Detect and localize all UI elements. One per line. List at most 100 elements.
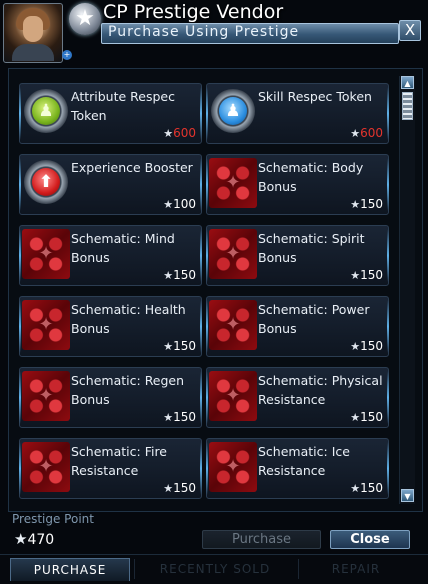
prestige-star-icon: ★ [69,3,101,35]
schematic-square: ✦ [209,229,257,279]
item-name: Schematic: Power Bonus [258,302,370,336]
vendor-title: CP Prestige Vendor [103,1,284,23]
orb-core: ♟ [32,97,60,125]
vendor-item[interactable]: ♟ Attribute Respec Token ★600 [19,83,202,144]
vendor-item[interactable]: ✦ Schematic: Power Bonus ★150 [206,296,389,357]
green-attribute-orb-icon: ♟ [24,89,68,133]
subtitle-bar: Purchase Using Prestige [101,23,399,44]
star-icon: ★ [350,198,361,211]
schematic-icon: ✦ [22,300,70,350]
star-icon: ★ [14,530,28,548]
vendor-item[interactable]: ✦ Schematic: Regen Bonus ★150 [19,367,202,428]
item-name: Schematic: Health Bonus [71,302,186,336]
blue-skill-orb-icon: ♟ [211,89,255,133]
schematic-square: ✦ [209,371,257,421]
item-cost: ★150 [163,268,196,282]
schematic-icon: ✦ [209,229,257,279]
item-name: Schematic: Ice Resistance [258,444,350,478]
schematic-square: ✦ [22,229,70,279]
scroll-thumb[interactable] [402,92,413,120]
schematic-square: ✦ [22,300,70,350]
close-window-button[interactable]: X [399,20,421,41]
vendor-header: + ★ CP Prestige Vendor Purchase Using Pr… [0,0,428,63]
avatar-face [23,16,43,42]
item-cost: ★150 [350,339,383,353]
orb-core: ⬆ [32,168,60,196]
tab-purchase[interactable]: PURCHASE [10,558,130,581]
item-name: Schematic: Fire Resistance [71,444,167,478]
schematic-mark: ✦ [38,456,54,477]
orb-ring: ⬆ [24,160,68,204]
schematic-mark: ✦ [225,456,241,477]
vendor-item[interactable]: ✦ Schematic: Spirit Bonus ★150 [206,225,389,286]
item-cost: ★150 [163,481,196,495]
orb-ring: ♟ [24,89,68,133]
schematic-mark: ✦ [225,314,241,335]
schematic-square: ✦ [22,371,70,421]
cost-value: 150 [173,410,196,424]
red-arrow-orb-icon: ⬆ [24,160,68,204]
schematic-mark: ✦ [225,385,241,406]
cost-value: 150 [173,481,196,495]
schematic-mark: ✦ [225,172,241,193]
vendor-item[interactable]: ✦ Schematic: Mind Bonus ★150 [19,225,202,286]
prestige-amount: 470 [27,532,55,548]
item-cost: ★600 [350,126,383,140]
cost-value: 600 [360,126,383,140]
item-cost: ★150 [350,410,383,424]
avatar-body [12,44,54,61]
tab-bar: PURCHASE RECENTLY SOLD REPAIR [0,554,428,584]
scroll-down-icon[interactable]: ▼ [401,489,414,502]
vendor-item[interactable]: ✦ Schematic: Body Bonus ★150 [206,154,389,215]
star-icon: ★ [350,411,361,424]
star-icon: ★ [163,127,174,140]
prestige-point-value: ★470 [14,530,54,548]
star-icon: ★ [163,482,174,495]
item-cost: ★150 [163,339,196,353]
item-name: Skill Respec Token [258,89,372,104]
vendor-item[interactable]: ♟ Skill Respec Token ★600 [206,83,389,144]
schematic-mark: ✦ [38,314,54,335]
star-icon: ★ [350,340,361,353]
cost-value: 150 [360,410,383,424]
star-icon: ★ [350,482,361,495]
vendor-item[interactable]: ✦ Schematic: Fire Resistance ★150 [19,438,202,499]
star-icon: ★ [163,411,174,424]
scroll-up-icon[interactable]: ▲ [401,76,414,89]
close-button[interactable]: Close [330,530,410,549]
item-cost: ★600 [163,126,196,140]
item-cost: ★100 [163,197,196,211]
item-cost: ★150 [350,268,383,282]
schematic-icon: ✦ [22,371,70,421]
cost-value: 600 [173,126,196,140]
item-cost: ★150 [350,197,383,211]
schematic-square: ✦ [209,158,257,208]
purchase-button[interactable]: Purchase [202,530,321,549]
vendor-item[interactable]: ✦ Schematic: Ice Resistance ★150 [206,438,389,499]
plus-badge-icon[interactable]: + [62,50,72,60]
avatar[interactable] [3,3,63,63]
schematic-mark: ✦ [38,243,54,264]
schematic-mark: ✦ [225,243,241,264]
schematic-square: ✦ [209,300,257,350]
tab-divider [298,559,299,579]
tab-repair[interactable]: REPAIR [306,558,406,580]
cost-value: 150 [173,268,196,282]
cost-value: 150 [360,481,383,495]
cost-value: 150 [173,339,196,353]
item-list: ♟ Attribute Respec Token ★600 ♟ Skill Respec… [8,68,423,512]
schematic-icon: ✦ [22,229,70,279]
item-name: Schematic: Regen Bonus [71,373,185,407]
item-name: Schematic: Physical Resistance [258,373,383,407]
item-name: Schematic: Mind Bonus [71,231,175,265]
schematic-icon: ✦ [209,442,257,492]
schematic-square: ✦ [209,442,257,492]
scrollbar[interactable]: ▲ ▼ [399,76,415,504]
vendor-item[interactable]: ⬆ Experience Booster ★100 [19,154,202,215]
tab-recently-sold[interactable]: RECENTLY SOLD [140,558,290,580]
star-icon: ★ [163,340,174,353]
vendor-item[interactable]: ✦ Schematic: Physical Resistance ★150 [206,367,389,428]
star-icon: ★ [163,198,174,211]
schematic-icon: ✦ [22,442,70,492]
vendor-item[interactable]: ✦ Schematic: Health Bonus ★150 [19,296,202,357]
